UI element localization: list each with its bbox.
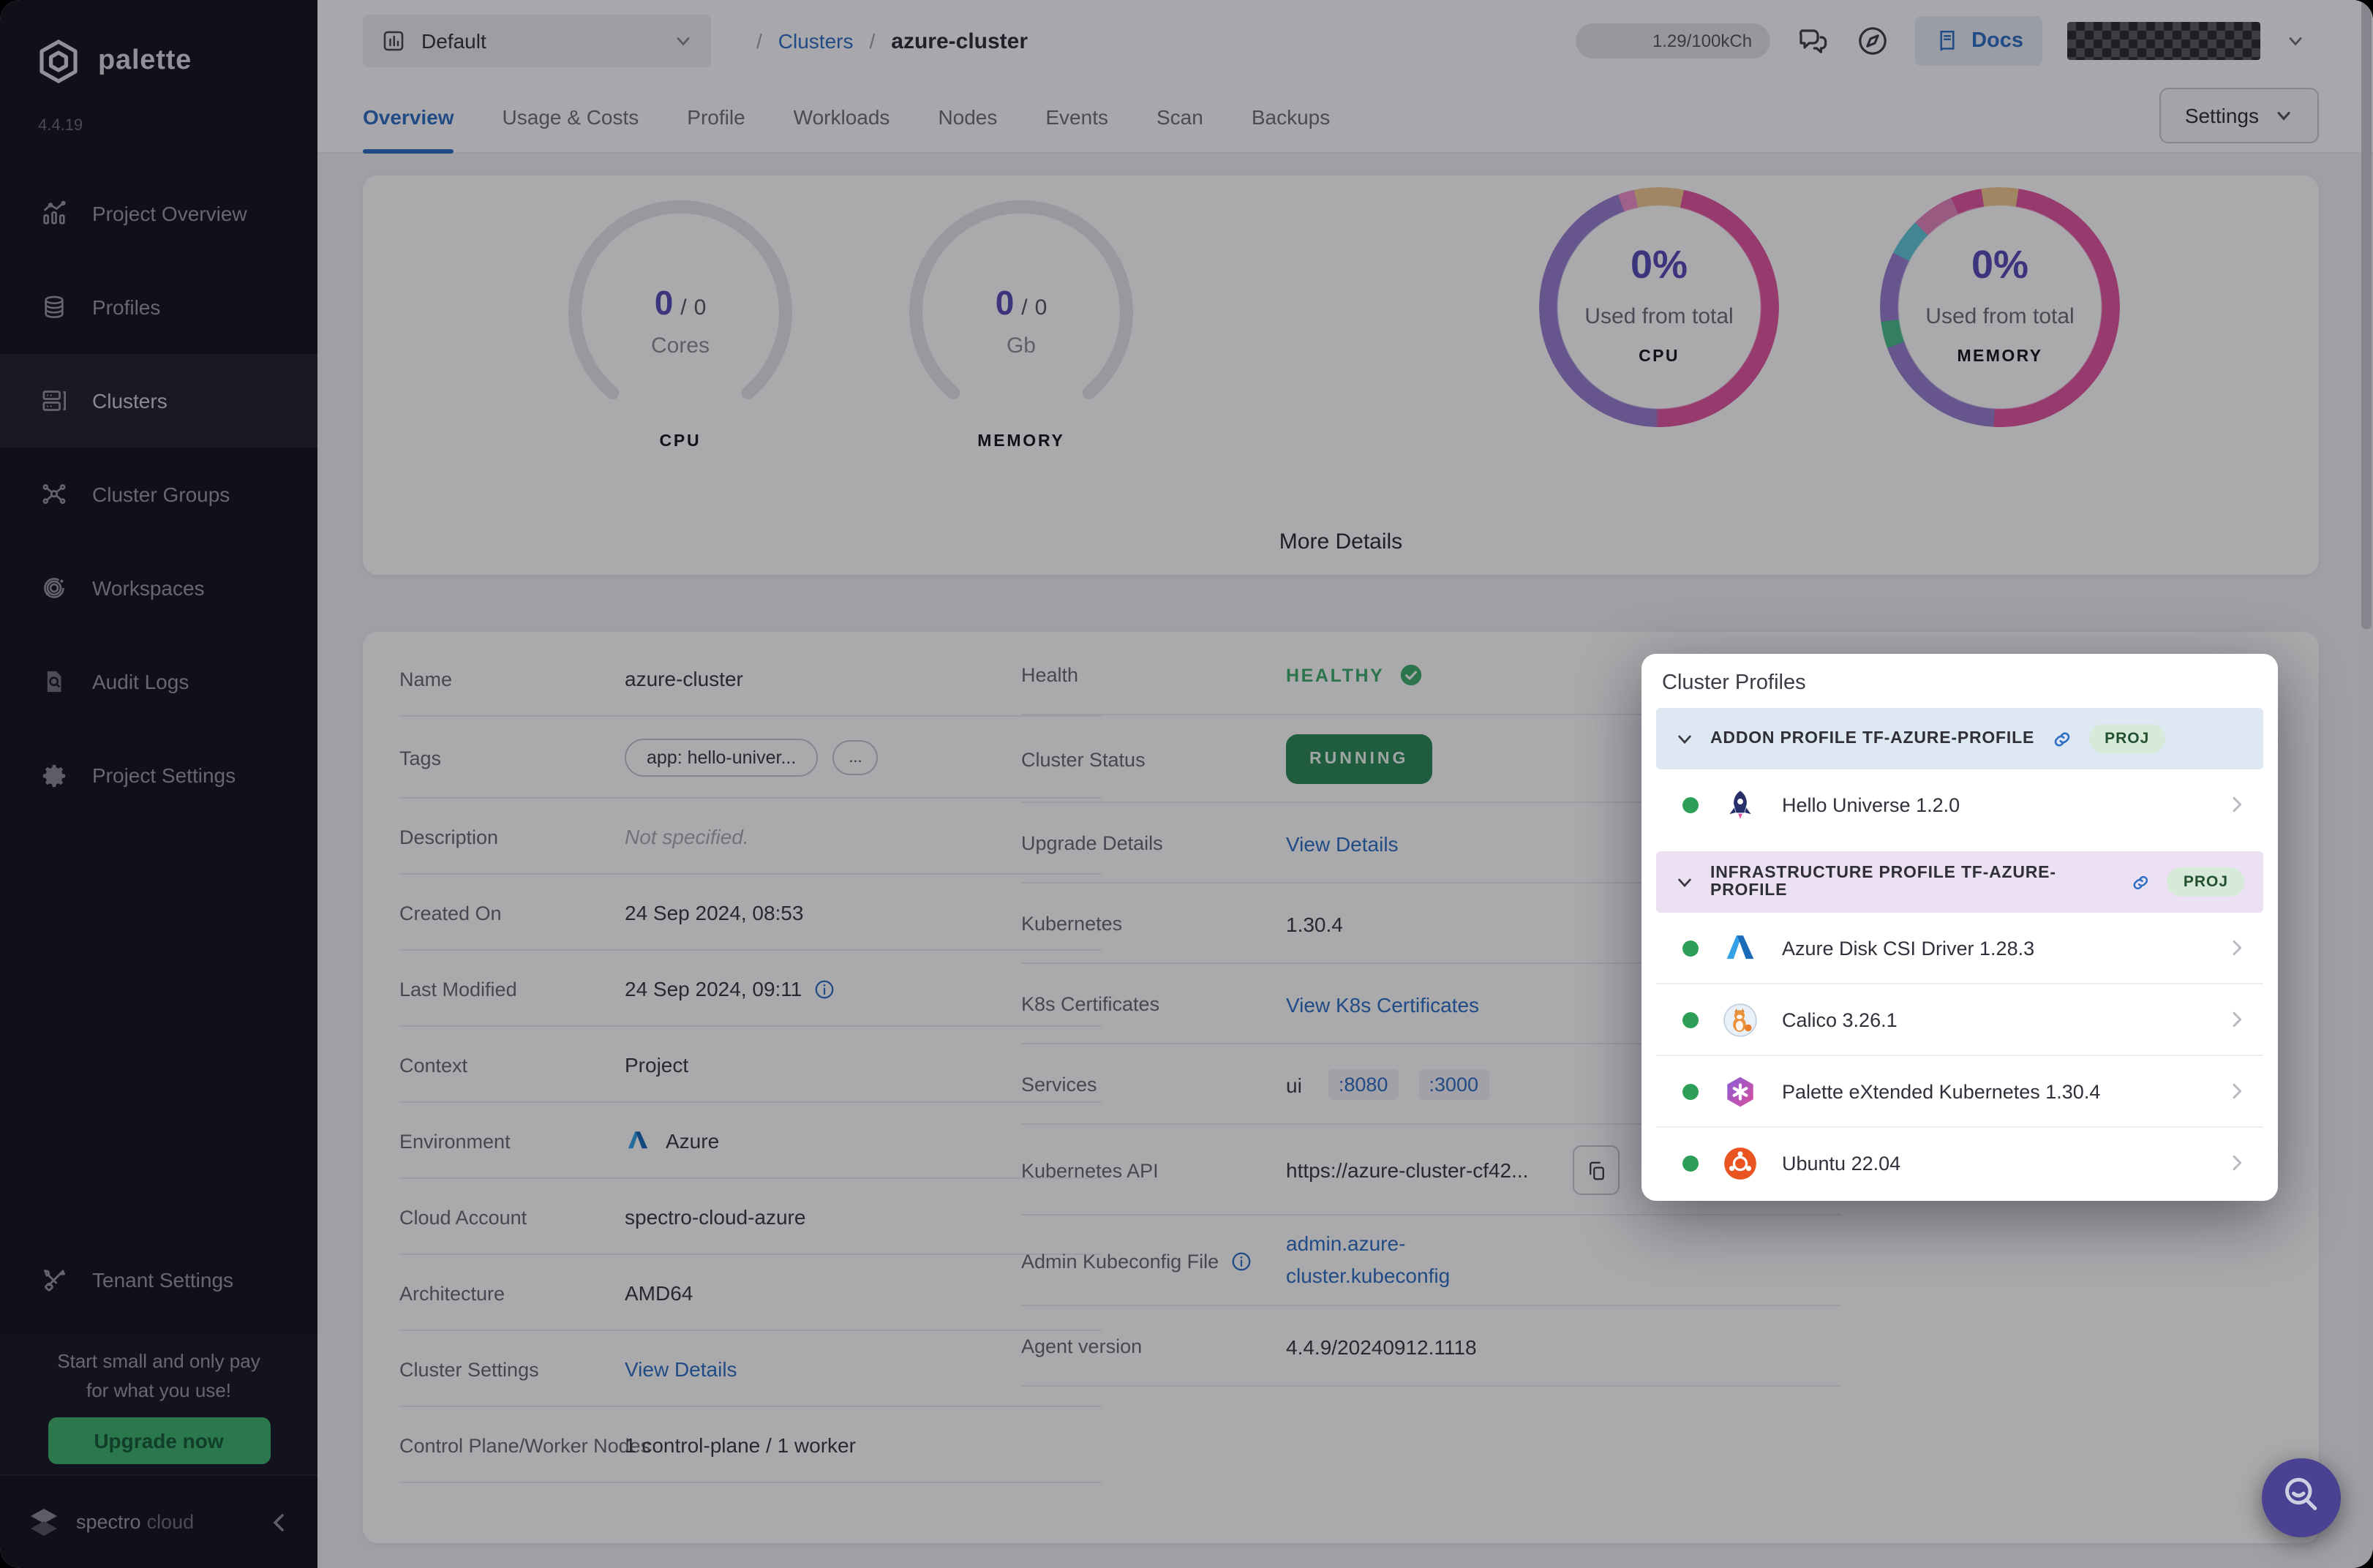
azure-icon (1722, 930, 1759, 966)
pack-name: Calico 3.26.1 (1782, 1009, 1898, 1030)
chevron-right-icon (2225, 793, 2249, 816)
profile-section-infrastructure-profile-tf-azure-profile[interactable]: INFRASTRUCTURE PROFILE TF-AZURE-PROFILE P… (1656, 851, 2263, 913)
ubuntu-icon (1722, 1145, 1759, 1181)
link-icon (2050, 728, 2072, 750)
cluster-profiles-popup: Cluster Profiles ADDON PROFILE TF-AZURE-… (1641, 654, 2278, 1201)
pxk-icon (1722, 1073, 1759, 1109)
screen: palette 4.4.19 Project Overview Profiles C… (0, 0, 2373, 1568)
profile-section-addon-profile-tf-azure-profile[interactable]: ADDON PROFILE TF-AZURE-PROFILE PROJ (1656, 708, 2263, 769)
profile-section-title: ADDON PROFILE TF-AZURE-PROFILE (1710, 730, 2035, 747)
pack-name: Ubuntu 22.04 (1782, 1152, 1901, 1174)
profile-pack-row-hello-universe-1-2-0[interactable]: Hello Universe 1.2.0 (1656, 769, 2263, 840)
profile-section-title: INFRASTRUCTURE PROFILE TF-AZURE-PROFILE (1710, 864, 2056, 900)
chevron-right-icon (2225, 1079, 2249, 1103)
chevron-right-icon (2225, 1151, 2249, 1175)
popup-title: Cluster Profiles (1662, 671, 1806, 695)
pack-status-dot (1682, 796, 1699, 813)
link-icon (2130, 871, 2151, 893)
pack-status-dot (1682, 1155, 1699, 1171)
pack-name: Hello Universe 1.2.0 (1782, 794, 1960, 815)
search-icon (2279, 1472, 2323, 1523)
pack-status-dot (1682, 1011, 1699, 1028)
profile-pack-row-palette-extended-kubernetes-1-30-4[interactable]: Palette eXtended Kubernetes 1.30.4 (1656, 1056, 2263, 1128)
profile-pack-row-calico-3-26-1[interactable]: Calico 3.26.1 (1656, 984, 2263, 1056)
chevron-down-icon (1675, 729, 1694, 748)
pack-status-dot (1682, 1083, 1699, 1099)
scope-badge: PROJ (2167, 867, 2244, 897)
pack-name: Palette eXtended Kubernetes 1.30.4 (1782, 1080, 2101, 1102)
profile-pack-row-ubuntu-22-04[interactable]: Ubuntu 22.04 (1656, 1128, 2263, 1198)
calico-icon (1722, 1001, 1759, 1038)
chevron-down-icon (1675, 872, 1694, 892)
popup-body: ADDON PROFILE TF-AZURE-PROFILE PROJ Hello … (1656, 708, 2263, 1198)
palette-app-window: palette 4.4.19 Project Overview Profiles C… (0, 0, 2373, 1568)
pack-name: Azure Disk CSI Driver 1.28.3 (1782, 937, 2035, 959)
hello-universe-icon (1722, 786, 1759, 823)
scope-badge: PROJ (2088, 724, 2166, 753)
search-fab-button[interactable] (2262, 1458, 2341, 1537)
chevron-right-icon (2225, 936, 2249, 960)
profile-pack-row-azure-disk-csi-driver-1-28-3[interactable]: Azure Disk CSI Driver 1.28.3 (1656, 913, 2263, 984)
chevron-right-icon (2225, 1008, 2249, 1031)
pack-status-dot (1682, 940, 1699, 956)
